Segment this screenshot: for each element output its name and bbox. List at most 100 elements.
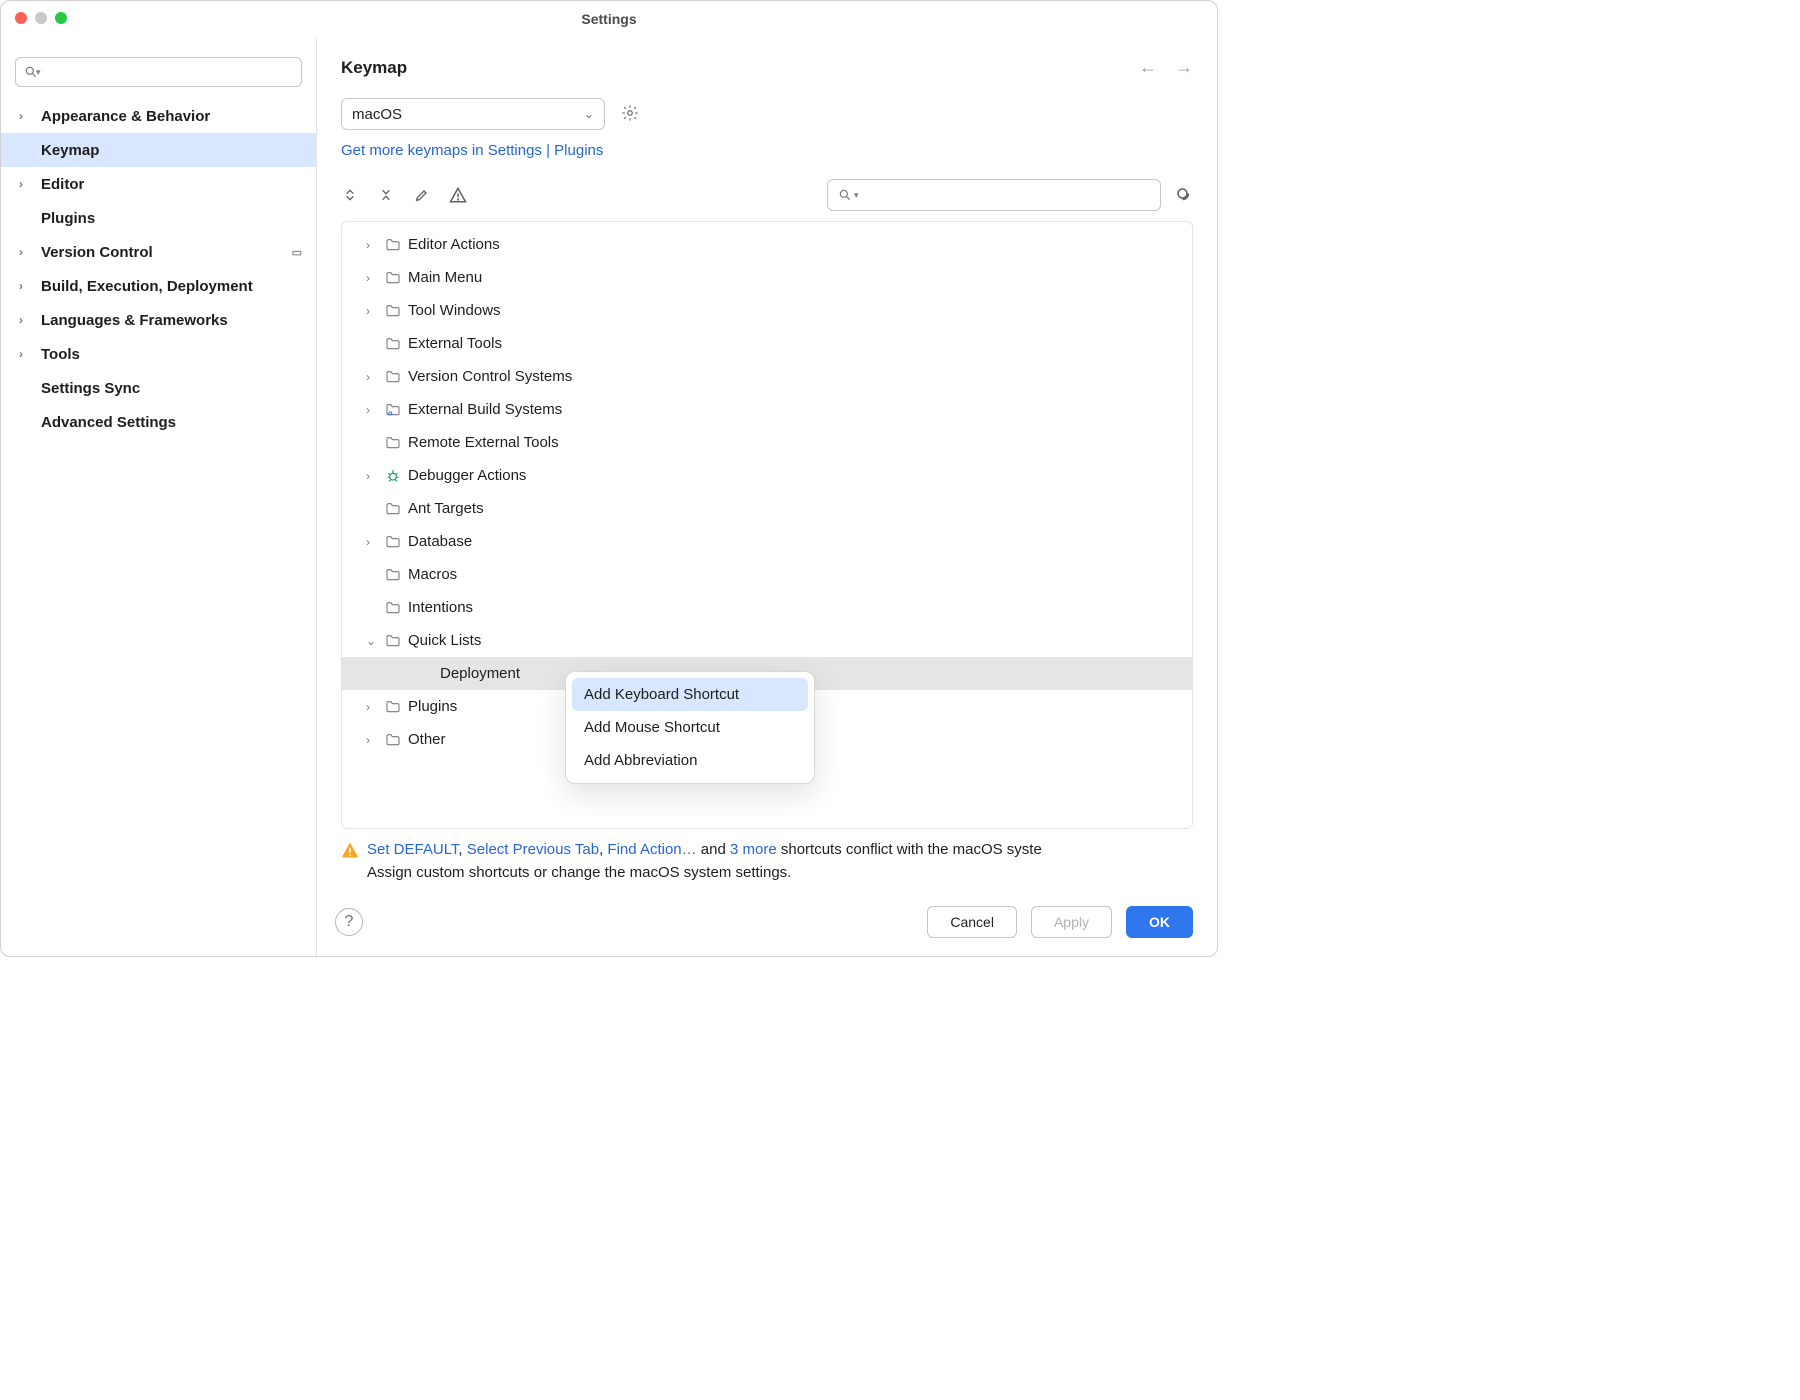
show-conflicts-button[interactable] <box>449 186 467 204</box>
sidebar-tree: ›Appearance & Behavior ›Keymap ›Editor ›… <box>1 99 316 439</box>
sidebar-item-label: Appearance & Behavior <box>41 108 210 125</box>
context-menu: Add Keyboard Shortcut Add Mouse Shortcut… <box>565 671 815 784</box>
menu-item-add-abbreviation[interactable]: Add Abbreviation <box>572 744 808 777</box>
sidebar-item-settings-sync[interactable]: ›Settings Sync <box>1 371 316 405</box>
folder-gear-icon <box>384 401 402 419</box>
sidebar-item-plugins[interactable]: ›Plugins <box>1 201 316 235</box>
sidebar-item-keymap[interactable]: ›Keymap <box>1 133 316 167</box>
get-more-keymaps-link[interactable]: Get more keymaps in Settings <box>341 142 542 159</box>
plugins-link[interactable]: Plugins <box>554 142 603 159</box>
sidebar-item-label: Build, Execution, Deployment <box>41 278 253 295</box>
sidebar-item-label: Advanced Settings <box>41 414 176 431</box>
cancel-button[interactable]: Cancel <box>927 906 1017 938</box>
tree-item-label: Main Menu <box>408 269 482 286</box>
tree-item-label: Debugger Actions <box>408 467 526 484</box>
bug-icon <box>384 467 402 485</box>
tree-item[interactable]: ›External Tools <box>342 327 1192 360</box>
conflict-link-prev-tab[interactable]: Select Previous Tab <box>467 841 599 858</box>
sidebar-item-build-execution-deployment[interactable]: ›Build, Execution, Deployment <box>1 269 316 303</box>
find-shortcut-icon <box>1175 185 1193 205</box>
empty-icon <box>410 665 434 683</box>
tree-item[interactable]: ›Remote External Tools <box>342 426 1192 459</box>
tree-item-label: Intentions <box>408 599 473 616</box>
tree-item-label: Tool Windows <box>408 302 501 319</box>
keymap-scheme-select[interactable]: macOS ⌄ <box>341 98 605 130</box>
folder-icon <box>384 302 402 320</box>
expand-all-icon <box>342 187 358 203</box>
tree-item[interactable]: ›External Build Systems <box>342 393 1192 426</box>
tree-item[interactable]: ›Editor Actions <box>342 228 1192 261</box>
help-button[interactable]: ? <box>335 908 363 936</box>
tree-item[interactable]: ›Main Menu <box>342 261 1192 294</box>
search-icon <box>838 188 852 202</box>
page-title: Keymap <box>341 58 407 78</box>
settings-window: Settings ▾ ›Appearance & Behavior ›Keyma… <box>0 0 1218 957</box>
search-options-icon[interactable]: ▾ <box>854 190 859 201</box>
find-by-shortcut-button[interactable] <box>1175 186 1193 204</box>
search-options-icon[interactable]: ▾ <box>36 67 41 78</box>
menu-item-add-keyboard-shortcut[interactable]: Add Keyboard Shortcut <box>572 678 808 711</box>
sidebar-item-appearance-behavior[interactable]: ›Appearance & Behavior <box>1 99 316 133</box>
expand-all-button[interactable] <box>341 186 359 204</box>
sidebar-item-advanced-settings[interactable]: ›Advanced Settings <box>1 405 316 439</box>
chevron-down-icon: ⌄ <box>584 107 594 121</box>
tree-item-label: External Tools <box>408 335 502 352</box>
main-panel: Keymap ← → macOS ⌄ Get more keymaps in S… <box>317 37 1217 956</box>
apply-button[interactable]: Apply <box>1031 906 1112 938</box>
sidebar-item-languages-frameworks[interactable]: ›Languages & Frameworks <box>1 303 316 337</box>
sidebar-item-tools[interactable]: ›Tools <box>1 337 316 371</box>
collapse-all-button[interactable] <box>377 186 395 204</box>
edit-shortcut-button[interactable] <box>413 186 431 204</box>
folder-icon <box>384 566 402 584</box>
sidebar-item-label: Languages & Frameworks <box>41 312 228 329</box>
maximize-window-icon[interactable] <box>55 12 67 24</box>
conflict-warning: Set DEFAULT, Select Previous Tab, Find A… <box>317 829 1217 888</box>
folder-icon <box>384 533 402 551</box>
action-search-input[interactable]: ▾ <box>827 179 1161 211</box>
tree-item-label: Quick Lists <box>408 632 481 649</box>
tree-item[interactable]: ›Intentions <box>342 591 1192 624</box>
tree-item[interactable]: ⌄Quick Lists <box>342 624 1192 657</box>
tree-item-label: External Build Systems <box>408 401 562 418</box>
warning-icon <box>341 841 359 859</box>
keymap-scheme-value: macOS <box>352 106 402 123</box>
tree-item[interactable]: ›Database <box>342 525 1192 558</box>
sidebar-item-label: Tools <box>41 346 80 363</box>
footer: ? Cancel Apply OK <box>317 888 1217 956</box>
menu-item-add-mouse-shortcut[interactable]: Add Mouse Shortcut <box>572 711 808 744</box>
minimize-window-icon[interactable] <box>35 12 47 24</box>
tree-item[interactable]: ›Macros <box>342 558 1192 591</box>
forward-icon[interactable]: → <box>1175 57 1193 78</box>
conflict-link-more[interactable]: 3 more <box>730 841 777 858</box>
tree-item-label: Editor Actions <box>408 236 500 253</box>
keymap-scheme-actions-button[interactable] <box>621 104 639 125</box>
tree-item[interactable]: ›Debugger Actions <box>342 459 1192 492</box>
sidebar-item-label: Settings Sync <box>41 380 140 397</box>
sidebar-item-version-control[interactable]: ›Version Control▭ <box>1 235 316 269</box>
titlebar: Settings <box>1 1 1217 37</box>
folder-icon <box>384 632 402 650</box>
gear-icon <box>621 104 639 122</box>
folder-icon <box>384 236 402 254</box>
folder-icon <box>384 335 402 353</box>
back-icon[interactable]: ← <box>1139 57 1157 78</box>
sidebar-search-input[interactable]: ▾ <box>15 57 302 87</box>
sidebar-item-label: Version Control <box>41 244 153 261</box>
warning-icon <box>449 186 467 204</box>
sidebar-item-editor[interactable]: ›Editor <box>1 167 316 201</box>
close-window-icon[interactable] <box>15 12 27 24</box>
main-header: Keymap ← → <box>317 37 1217 88</box>
folder-icon <box>384 500 402 518</box>
tree-item[interactable]: ›Tool Windows <box>342 294 1192 327</box>
link-separator: | <box>546 142 550 159</box>
conflict-text-hint: Assign custom shortcuts or change the ma… <box>367 864 791 881</box>
conflict-link-find-action[interactable]: Find Action… <box>607 841 696 858</box>
tree-item[interactable]: ›Ant Targets <box>342 492 1192 525</box>
ok-button[interactable]: OK <box>1126 906 1193 938</box>
conflict-link-set-default[interactable]: Set DEFAULT <box>367 841 458 858</box>
keymap-scheme-row: macOS ⌄ <box>317 88 1217 134</box>
folder-icon <box>384 269 402 287</box>
breadcrumb-nav: ← → <box>1139 57 1193 78</box>
window-title: Settings <box>581 11 636 27</box>
tree-item[interactable]: ›Version Control Systems <box>342 360 1192 393</box>
